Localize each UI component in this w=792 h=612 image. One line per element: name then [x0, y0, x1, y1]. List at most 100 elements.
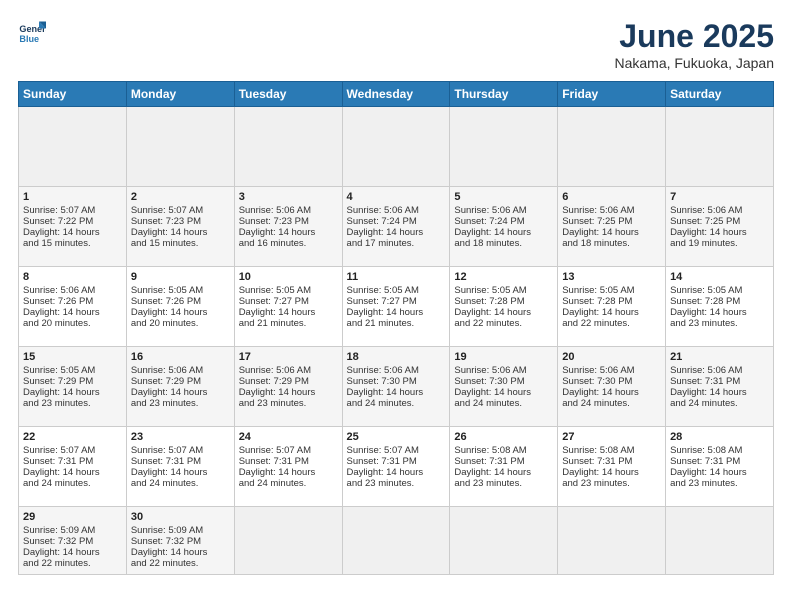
day-number: 17	[239, 351, 338, 363]
day-info: Sunrise: 5:05 AM	[347, 285, 446, 296]
day-number: 6	[562, 191, 661, 203]
day-number: 16	[131, 351, 230, 363]
day-info: Sunrise: 5:06 AM	[454, 205, 553, 216]
day-number: 22	[23, 431, 122, 443]
day-info: Sunrise: 5:08 AM	[562, 445, 661, 456]
table-row: 19Sunrise: 5:06 AMSunset: 7:30 PMDayligh…	[450, 347, 558, 427]
table-row	[558, 507, 666, 575]
day-number: 28	[670, 431, 769, 443]
day-info: Sunrise: 5:06 AM	[670, 365, 769, 376]
table-row: 17Sunrise: 5:06 AMSunset: 7:29 PMDayligh…	[234, 347, 342, 427]
day-info: and 24 minutes.	[23, 478, 122, 489]
day-info: Daylight: 14 hours	[347, 467, 446, 478]
day-info: Sunrise: 5:07 AM	[23, 445, 122, 456]
day-info: Sunrise: 5:06 AM	[239, 205, 338, 216]
table-row	[19, 107, 127, 187]
header: General Blue June 2025 Nakama, Fukuoka, …	[18, 18, 774, 71]
day-info: and 23 minutes.	[131, 398, 230, 409]
day-info: Sunrise: 5:09 AM	[131, 525, 230, 536]
day-info: Daylight: 14 hours	[23, 467, 122, 478]
day-info: Sunset: 7:28 PM	[454, 296, 553, 307]
day-info: Sunset: 7:28 PM	[562, 296, 661, 307]
day-info: Sunset: 7:25 PM	[562, 216, 661, 227]
day-info: and 20 minutes.	[23, 318, 122, 329]
day-info: Sunrise: 5:05 AM	[239, 285, 338, 296]
day-info: Daylight: 14 hours	[239, 227, 338, 238]
day-info: and 20 minutes.	[131, 318, 230, 329]
day-number: 27	[562, 431, 661, 443]
day-info: Sunrise: 5:08 AM	[454, 445, 553, 456]
day-info: Sunset: 7:31 PM	[347, 456, 446, 467]
col-saturday: Saturday	[666, 82, 774, 107]
day-info: Sunrise: 5:07 AM	[131, 205, 230, 216]
day-info: Daylight: 14 hours	[562, 467, 661, 478]
day-info: and 21 minutes.	[347, 318, 446, 329]
table-row: 20 Sunrise: 5:06 AMSunset: 7:30 PMDayligh…	[558, 347, 666, 427]
day-info: Daylight: 14 hours	[562, 387, 661, 398]
table-row: 11Sunrise: 5:05 AMSunset: 7:27 PMDayligh…	[342, 267, 450, 347]
day-info: Sunrise: 5:06 AM	[562, 365, 661, 376]
logo: General Blue	[18, 18, 46, 46]
table-row: 1Sunrise: 5:07 AMSunset: 7:22 PMDaylight…	[19, 187, 127, 267]
day-number: 18	[347, 351, 446, 363]
day-info: Sunrise: 5:07 AM	[23, 205, 122, 216]
day-number: 1	[23, 191, 122, 203]
day-info: Daylight: 14 hours	[454, 387, 553, 398]
day-info: Sunset: 7:32 PM	[23, 536, 122, 547]
day-info: Sunset: 7:31 PM	[562, 456, 661, 467]
day-info: Sunrise: 5:06 AM	[347, 205, 446, 216]
table-row: 21 Sunrise: 5:06 AMSunset: 7:31 PMDayligh…	[666, 347, 774, 427]
day-info: Sunrise: 5:07 AM	[131, 445, 230, 456]
day-info: Sunset: 7:30 PM	[454, 376, 553, 387]
day-number: 21	[670, 351, 769, 363]
day-info: Daylight: 14 hours	[347, 387, 446, 398]
day-info: Daylight: 14 hours	[239, 467, 338, 478]
day-info: Sunrise: 5:06 AM	[347, 365, 446, 376]
table-row	[342, 107, 450, 187]
col-sunday: Sunday	[19, 82, 127, 107]
table-row: 9Sunrise: 5:05 AMSunset: 7:26 PMDaylight…	[126, 267, 234, 347]
day-info: and 23 minutes.	[670, 318, 769, 329]
day-info: Sunset: 7:27 PM	[239, 296, 338, 307]
table-row: 4Sunrise: 5:06 AMSunset: 7:24 PMDaylight…	[342, 187, 450, 267]
day-info: Sunset: 7:27 PM	[347, 296, 446, 307]
table-row: 2Sunrise: 5:07 AMSunset: 7:23 PMDaylight…	[126, 187, 234, 267]
day-info: Sunrise: 5:06 AM	[239, 365, 338, 376]
table-row: 26Sunrise: 5:08 AMSunset: 7:31 PMDayligh…	[450, 427, 558, 507]
day-info: and 23 minutes.	[454, 478, 553, 489]
table-row: 8Sunrise: 5:06 AMSunset: 7:26 PMDaylight…	[19, 267, 127, 347]
day-info: Sunset: 7:30 PM	[562, 376, 661, 387]
day-info: Sunrise: 5:08 AM	[670, 445, 769, 456]
day-info: and 22 minutes.	[562, 318, 661, 329]
logo-icon: General Blue	[18, 18, 46, 46]
table-row: 30Sunrise: 5:09 AMSunset: 7:32 PMDayligh…	[126, 507, 234, 575]
table-row	[234, 507, 342, 575]
day-info: Sunset: 7:24 PM	[347, 216, 446, 227]
title-block: June 2025 Nakama, Fukuoka, Japan	[614, 18, 774, 71]
day-info: Daylight: 14 hours	[670, 467, 769, 478]
col-thursday: Thursday	[450, 82, 558, 107]
table-row	[126, 107, 234, 187]
day-info: Sunrise: 5:05 AM	[131, 285, 230, 296]
day-number: 20	[562, 351, 661, 363]
day-info: and 19 minutes.	[670, 238, 769, 249]
day-info: Sunset: 7:26 PM	[23, 296, 122, 307]
table-row: 28Sunrise: 5:08 AMSunset: 7:31 PMDayligh…	[666, 427, 774, 507]
day-info: and 23 minutes.	[23, 398, 122, 409]
table-row: 18Sunrise: 5:06 AMSunset: 7:30 PMDayligh…	[342, 347, 450, 427]
table-row	[234, 107, 342, 187]
day-info: Daylight: 14 hours	[131, 227, 230, 238]
day-info: Daylight: 14 hours	[23, 387, 122, 398]
table-row: 10Sunrise: 5:05 AMSunset: 7:27 PMDayligh…	[234, 267, 342, 347]
table-row: 27 Sunrise: 5:08 AMSunset: 7:31 PMDayligh…	[558, 427, 666, 507]
day-number: 11	[347, 271, 446, 283]
table-row: 22Sunrise: 5:07 AMSunset: 7:31 PMDayligh…	[19, 427, 127, 507]
day-info: Sunset: 7:31 PM	[670, 376, 769, 387]
day-number: 13	[562, 271, 661, 283]
day-info: Sunset: 7:25 PM	[670, 216, 769, 227]
day-info: Sunrise: 5:09 AM	[23, 525, 122, 536]
col-monday: Monday	[126, 82, 234, 107]
day-info: Sunset: 7:32 PM	[131, 536, 230, 547]
day-info: Daylight: 14 hours	[670, 387, 769, 398]
day-info: Sunrise: 5:07 AM	[347, 445, 446, 456]
